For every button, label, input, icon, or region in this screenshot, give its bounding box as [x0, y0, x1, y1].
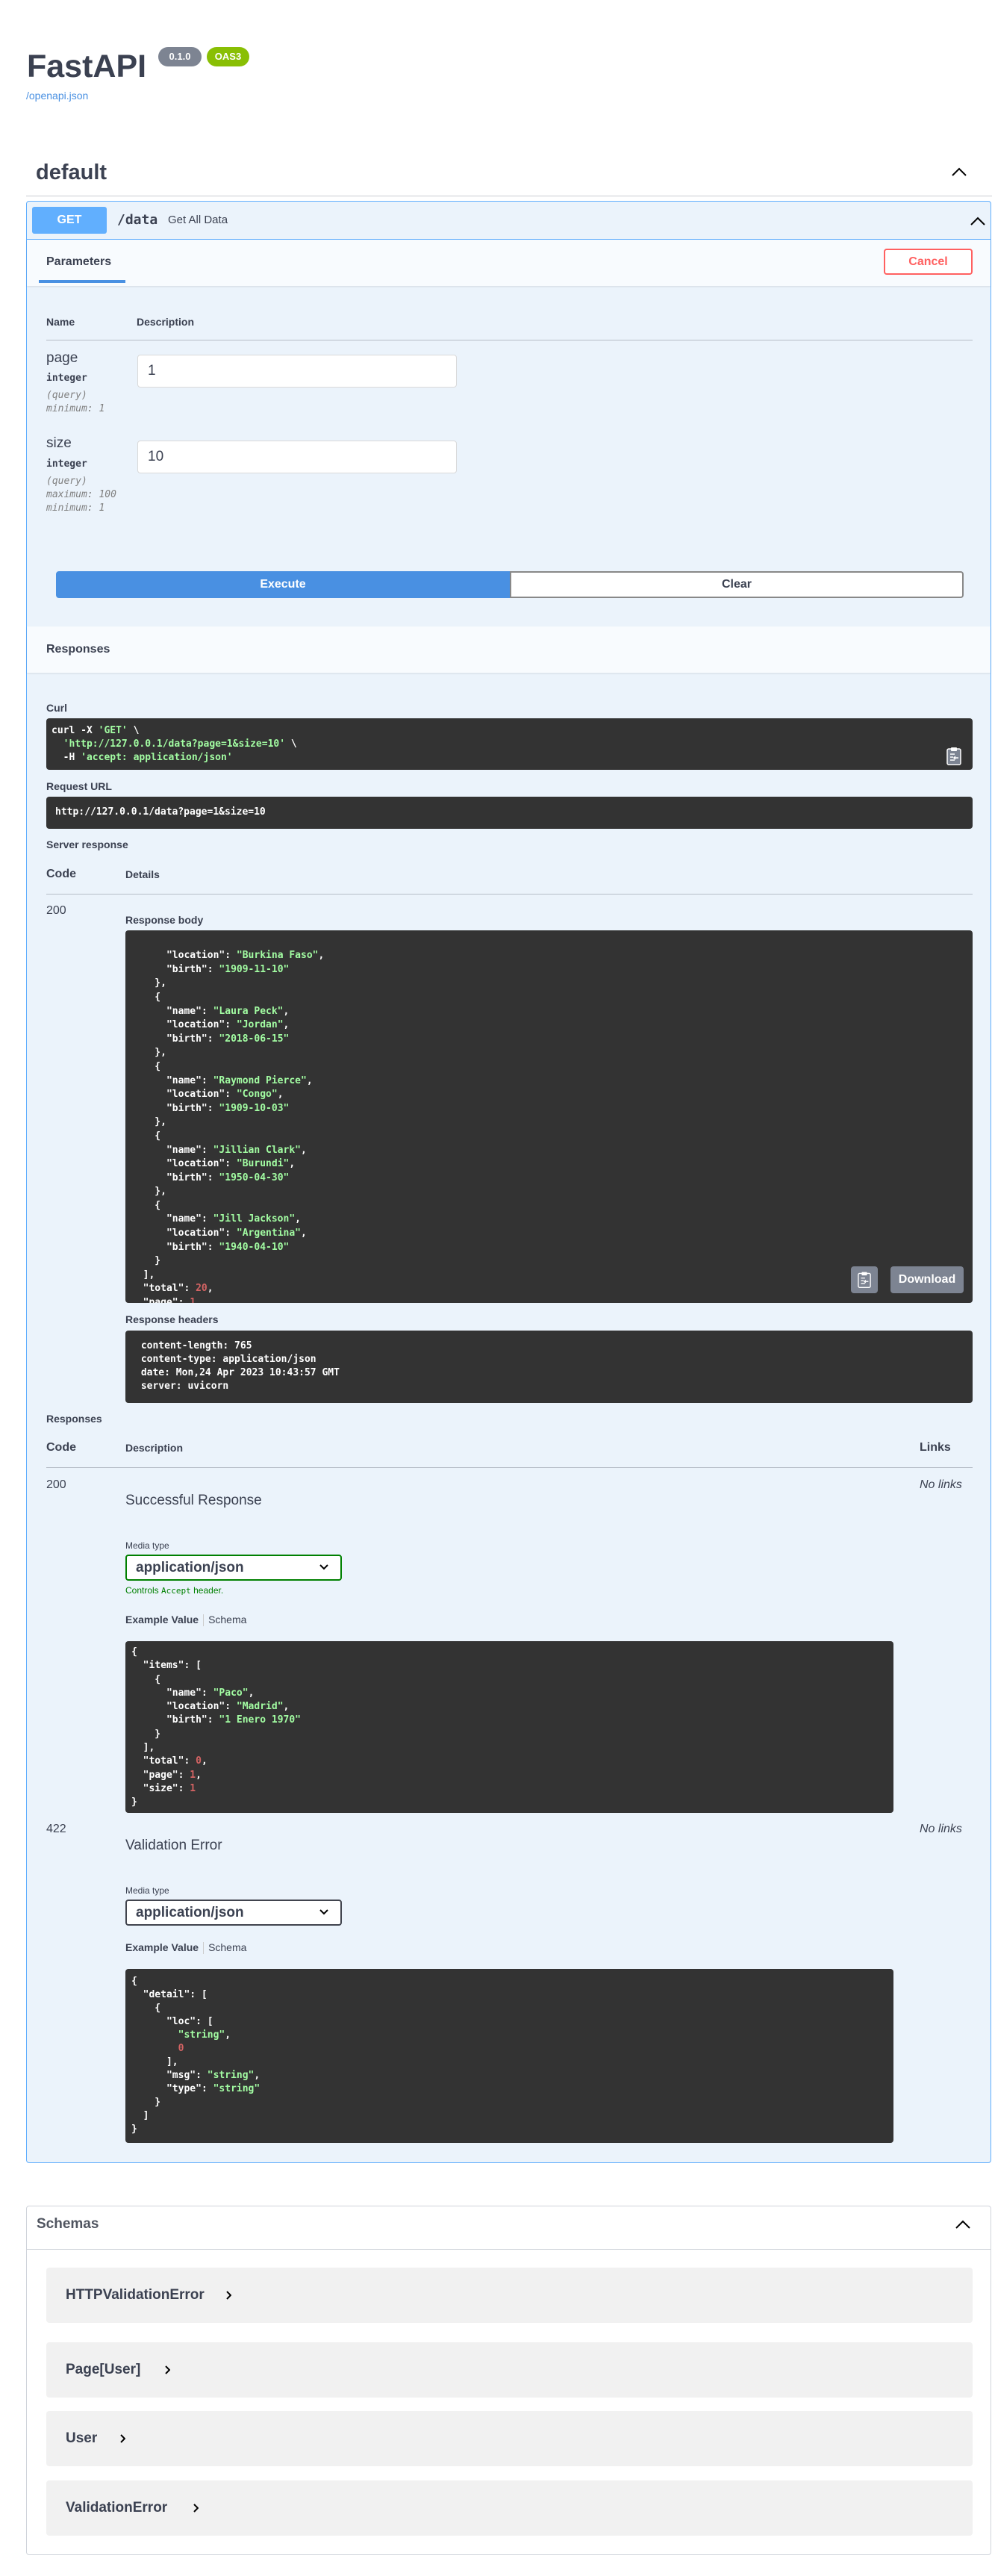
parameters-header — [27, 240, 991, 286]
response-headers-label: Response headers — [125, 1313, 219, 1325]
curl-command: curl -X 'GET' \ 'http://127.0.0.1/data?p… — [46, 718, 973, 770]
param-size-in: (query) — [46, 476, 87, 487]
response-422-links: No links — [920, 1823, 962, 1835]
clear-button[interactable]: Clear — [510, 571, 964, 598]
request-url: http://127.0.0.1/data?page=1&size=10 — [46, 797, 973, 829]
schemas-divider — [27, 2249, 991, 2250]
execute-button[interactable]: Execute — [56, 571, 510, 598]
controls-suffix: header. — [193, 1585, 224, 1596]
response-headers: content-length: 765 content-type: applic… — [125, 1331, 973, 1403]
schema-name: ValidationError — [66, 2500, 168, 2516]
chevron-right-icon — [165, 2365, 170, 2374]
tab-parameters[interactable]: Parameters — [46, 255, 111, 270]
media-type-value: application/json — [136, 1905, 244, 1920]
response-422-description: Validation Error — [125, 1838, 222, 1853]
param-name-header: Name — [46, 316, 75, 328]
param-page-name: page — [46, 350, 78, 366]
param-page-type: integer — [46, 373, 87, 384]
schema-name: User — [66, 2430, 98, 2446]
schemas-title[interactable]: Schemas — [37, 2216, 99, 2233]
live-divider — [46, 894, 973, 895]
param-size-maximum: maximum: 100 — [46, 489, 116, 500]
responses-title: Responses — [46, 643, 110, 656]
example-value-200: { "items": [ { "name": "Paco", "location… — [125, 1641, 893, 1813]
response-body[interactable]: "location": "Burkina Faso", "birth": "19… — [125, 930, 973, 1303]
media-type-select-200[interactable]: application/json — [125, 1555, 342, 1581]
param-page-minimum: minimum: 1 — [46, 403, 105, 414]
method-badge-get: GET — [32, 207, 107, 234]
tag-default-title[interactable]: default — [36, 160, 107, 185]
size-input[interactable] — [137, 441, 457, 473]
chevron-up-icon[interactable] — [955, 2219, 971, 2230]
openapi-json-link[interactable]: /openapi.json — [26, 90, 88, 102]
chevron-up-icon[interactable] — [951, 167, 967, 177]
response-422-code: 422 — [46, 1823, 66, 1835]
server-response-label: Server response — [46, 839, 128, 850]
doc-description-header: Description — [125, 1442, 184, 1454]
tab-schema[interactable]: Schema — [208, 1614, 246, 1625]
param-size-minimum: minimum: 1 — [46, 503, 105, 514]
media-type-label: Media type — [125, 1540, 169, 1551]
chevron-right-icon — [193, 2504, 199, 2513]
version-badge: 0.1.0 — [158, 47, 202, 66]
param-description-header: Description — [137, 316, 195, 328]
download-button[interactable]: Download — [890, 1266, 964, 1293]
copy-response-button[interactable] — [851, 1266, 878, 1293]
schema-name: Page[User] — [66, 2362, 141, 2377]
example-schema-tabs-422: Example Value Schema — [125, 1941, 246, 1955]
tab-active-indicator — [39, 280, 125, 283]
schema-item-validationerror[interactable]: ValidationError — [46, 2480, 973, 2536]
response-body-label: Response body — [125, 914, 204, 926]
response-200-description: Successful Response — [125, 1493, 262, 1508]
param-page-in: (query) — [46, 390, 87, 401]
copy-to-clipboard-icon — [858, 1272, 871, 1289]
chevron-down-icon — [319, 1909, 328, 1915]
api-title: FastAPI — [27, 49, 147, 84]
tab-example-value[interactable]: Example Value — [125, 1941, 199, 1953]
chevron-right-icon — [120, 2434, 125, 2443]
media-type-select-422[interactable]: application/json — [125, 1900, 342, 1926]
page-input[interactable] — [137, 355, 457, 388]
controls-accept: Accept — [161, 1586, 191, 1596]
doc-code-header: Code — [46, 1441, 76, 1454]
responses-header — [27, 626, 991, 673]
example-value-422: { "detail": [ { "loc": [ "string", 0 ], … — [125, 1969, 893, 2143]
chevron-down-icon — [319, 1564, 328, 1570]
media-type-value: application/json — [136, 1560, 244, 1575]
live-code-header: Code — [46, 868, 76, 880]
controls-accept-note: Controls Accept header. — [125, 1585, 223, 1596]
schema-item-httpvalidationerror[interactable]: HTTPValidationError — [46, 2268, 973, 2323]
chevron-up-icon[interactable] — [970, 216, 986, 226]
tab-schema[interactable]: Schema — [208, 1941, 246, 1953]
schema-name: HTTPValidationError — [66, 2287, 205, 2303]
copy-to-clipboard-icon[interactable] — [946, 747, 961, 765]
response-200-links: No links — [920, 1478, 962, 1491]
curl-label: Curl — [46, 702, 67, 714]
live-details-header: Details — [125, 868, 160, 880]
response-200-code: 200 — [46, 1478, 66, 1491]
example-schema-tabs-200: Example Value Schema — [125, 1614, 246, 1627]
schema-item-page-user[interactable]: Page[User] — [46, 2342, 973, 2398]
media-type-label: Media type — [125, 1885, 169, 1896]
param-size-type: integer — [46, 458, 87, 470]
oas-badge: OAS3 — [207, 47, 249, 66]
request-url-label: Request URL — [46, 780, 112, 792]
param-size-name: size — [46, 435, 72, 451]
tab-example-value[interactable]: Example Value — [125, 1614, 199, 1625]
response-body-content: "location": "Burkina Faso", "birth": "19… — [143, 950, 325, 1303]
chevron-right-icon — [226, 2291, 231, 2300]
operation-path: /data — [117, 212, 158, 228]
doc-divider — [46, 1467, 973, 1468]
schema-item-user[interactable]: User — [46, 2411, 973, 2466]
live-status-code: 200 — [46, 904, 66, 917]
controls-prefix: Controls — [125, 1585, 159, 1596]
operation-summary: Get All Data — [168, 214, 228, 226]
doc-links-header: Links — [920, 1441, 951, 1454]
cancel-button[interactable]: Cancel — [884, 249, 973, 275]
documented-responses-title: Responses — [46, 1413, 102, 1425]
